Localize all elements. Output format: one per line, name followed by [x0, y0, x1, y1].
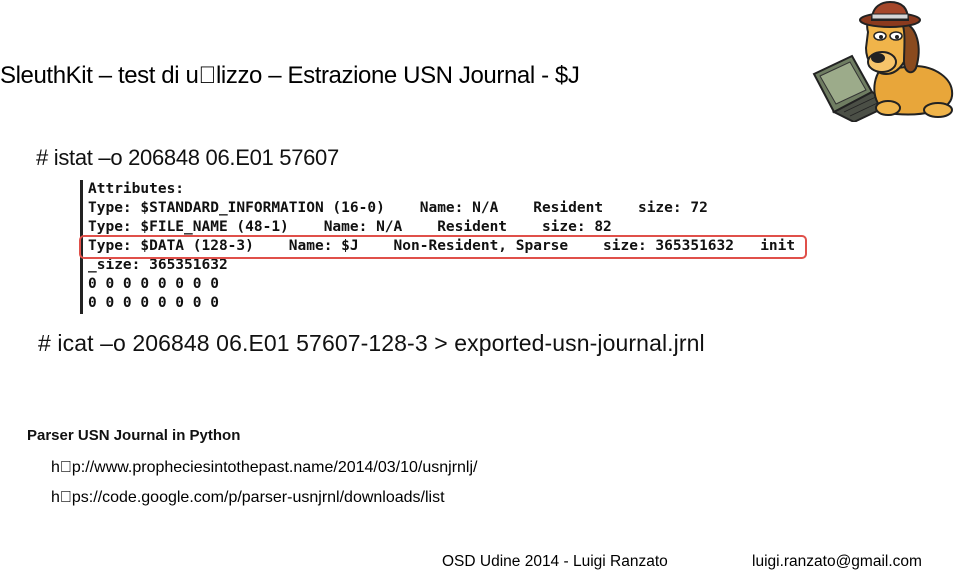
footer-email: luigi.ranzato@gmail.com: [752, 553, 922, 570]
icat-command: # icat –o 206848 06.E01 57607-128-3 > ex…: [38, 330, 705, 356]
parser-title: Parser USN Journal in Python: [27, 427, 241, 444]
slide-title: SleuthKit – test di u lizzo – Estrazione…: [0, 62, 580, 89]
link-google-code[interactable]: h ps://code.google.com/p/parser-usnjrnl/…: [51, 489, 445, 507]
footer-event: OSD Udine 2014 - Luigi Ranzato: [442, 553, 668, 570]
terminal-line-zeros-2: 0 0 0 0 0 0 0 0: [88, 295, 219, 311]
detective-hound-icon: [812, 0, 954, 122]
terminal-line-zeros-1: 0 0 0 0 0 0 0 0: [88, 276, 219, 292]
istat-command: # istat –o 206848 06.E01 57607: [36, 145, 339, 170]
data-attribute-highlight: [79, 235, 807, 259]
terminal-line-attributes: Attributes:: [88, 181, 185, 197]
terminal-line-standard-info: Type: $STANDARD_INFORMATION (16-0) Name:…: [88, 200, 708, 216]
link-propheciesintothepast[interactable]: h p://www.propheciesintothepast.name/201…: [51, 459, 477, 477]
hat-icon: [859, 0, 921, 28]
